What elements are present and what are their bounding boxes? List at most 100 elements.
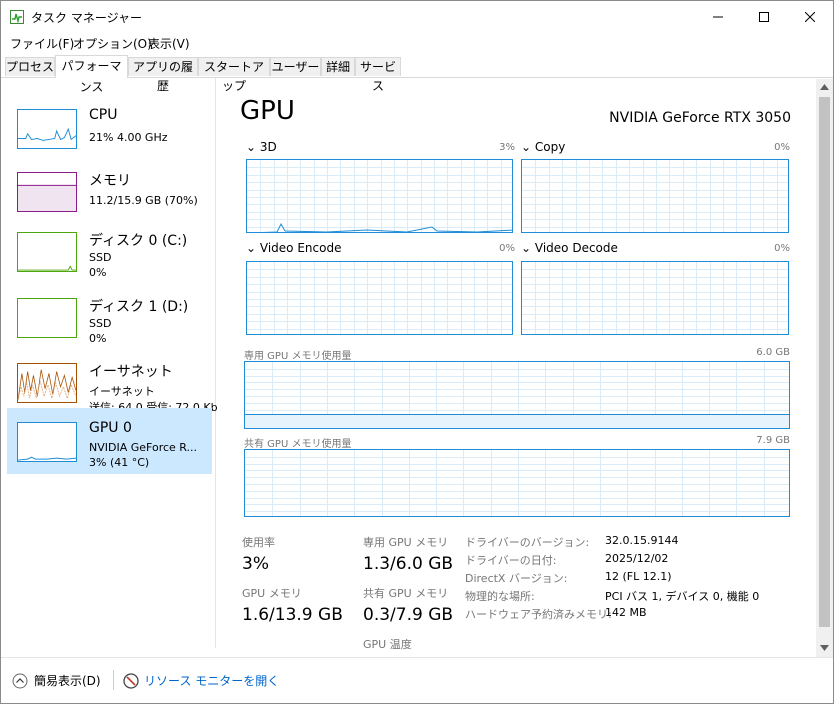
- minimize-button[interactable]: [695, 1, 741, 33]
- driver-version-label: ドライバーのバージョン:: [465, 536, 590, 549]
- engine-name: Copy: [534, 140, 566, 154]
- engine-copy-selector[interactable]: ⌄ Copy: [521, 140, 565, 154]
- resource-detail: イーサネット: [89, 385, 155, 398]
- engine-3d-selector[interactable]: ⌄ 3D: [246, 140, 277, 154]
- driver-date-label: ドライバーの日付:: [465, 554, 557, 567]
- maximize-icon: [759, 12, 769, 22]
- engine-video-encode-selector[interactable]: ⌄ Video Encode: [246, 241, 341, 255]
- ethernet-thumbnail-graph: [17, 363, 77, 403]
- dedicated-memory-max: 6.0 GB: [756, 347, 790, 358]
- resource-disk-0[interactable]: ディスク 0 (C:) SSD 0%: [7, 218, 212, 284]
- graph-grid: [522, 262, 788, 334]
- scroll-up-icon[interactable]: [820, 84, 829, 90]
- resource-name: メモリ: [89, 173, 131, 189]
- gpu-page-title: GPU: [240, 96, 295, 126]
- resource-detail: NVIDIA GeForce R...: [89, 441, 198, 454]
- chevron-down-icon: ⌄: [246, 241, 257, 255]
- resource-detail: SSD: [89, 317, 112, 330]
- resource-cpu[interactable]: CPU 21% 4.00 GHz: [7, 95, 212, 161]
- tab-app-history[interactable]: アプリの履歴: [128, 57, 198, 93]
- directx-version-label: DirectX バージョン:: [465, 572, 568, 585]
- physical-location-value: PCI バス 1, デバイス 0, 機能 0: [605, 590, 760, 603]
- menu-view[interactable]: 表示(V): [148, 35, 190, 52]
- engine-3d-graph: [246, 159, 513, 233]
- task-manager-window: タスク マネージャー ファイル(F) オプション(O) 表示(V) プロセス パ…: [0, 0, 834, 704]
- graph-grid: [247, 262, 512, 334]
- reserved-memory-value: 142 MB: [605, 606, 647, 619]
- minimize-icon: [713, 16, 723, 18]
- resource-usage: 3% (41 °C): [89, 456, 150, 469]
- resource-disk-1[interactable]: ディスク 1 (D:) SSD 0%: [7, 284, 212, 350]
- close-button[interactable]: [787, 1, 833, 33]
- vertical-scrollbar[interactable]: [816, 79, 833, 657]
- menu-file[interactable]: ファイル(F): [10, 35, 74, 52]
- resource-name: ディスク 0 (C:): [89, 233, 188, 249]
- engine-video-decode-selector[interactable]: ⌄ Video Decode: [521, 241, 618, 255]
- open-resource-monitor-label: リソース モニターを開く: [144, 674, 280, 688]
- resource-usage: 0%: [89, 332, 107, 345]
- resource-name: GPU 0: [89, 420, 132, 436]
- menu-options[interactable]: オプション(O): [73, 35, 152, 52]
- graph-grid: [247, 160, 512, 232]
- tab-details[interactable]: 詳細: [321, 57, 355, 76]
- shared-memory-stat-value: 0.3/7.9 GB: [363, 605, 454, 625]
- resource-monitor-icon: [123, 672, 139, 689]
- chevron-up-circle-icon: [12, 673, 28, 688]
- window-title: タスク マネージャー: [31, 11, 142, 25]
- disk1-thumbnail-graph: [17, 298, 77, 338]
- engine-name: 3D: [259, 140, 277, 154]
- gpu-thumbnail-graph: [17, 422, 77, 462]
- fewer-details-button[interactable]: 簡易表示(D): [12, 672, 101, 689]
- engine-3d-trace: [261, 222, 512, 232]
- graph-grid: [522, 160, 788, 232]
- engine-percent: 0%: [774, 142, 790, 153]
- task-manager-icon: [10, 10, 24, 24]
- engine-percent: 3%: [499, 142, 515, 153]
- resource-memory[interactable]: メモリ 11.2/15.9 GB (70%): [7, 158, 212, 224]
- resource-name: イーサネット: [89, 364, 173, 380]
- engine-percent: 0%: [774, 243, 790, 254]
- shared-memory-stat-label: 共有 GPU メモリ: [363, 587, 449, 600]
- resource-usage: 0%: [89, 266, 107, 279]
- close-icon: [805, 12, 815, 22]
- engine-video-encode-graph: [246, 261, 513, 335]
- resource-ethernet[interactable]: イーサネット イーサネット 送信: 64.0 受信: 72.0 Kb: [7, 349, 218, 415]
- tab-performance[interactable]: パフォーマンス: [55, 55, 128, 94]
- shared-memory-graph: [244, 449, 790, 517]
- scroll-down-icon[interactable]: [820, 645, 829, 651]
- resource-gpu-0[interactable]: GPU 0 NVIDIA GeForce R... 3% (41 °C): [7, 408, 212, 474]
- dedicated-memory-fill: [245, 414, 789, 428]
- open-resource-monitor-link[interactable]: リソース モニターを開く: [123, 672, 279, 689]
- tab-services[interactable]: サービス: [355, 57, 401, 93]
- resource-name: CPU: [89, 107, 118, 123]
- shared-memory-label: 共有 GPU メモリ使用量: [244, 439, 352, 450]
- scrollbar-thumb[interactable]: [819, 97, 830, 627]
- gpu-memory-value: 1.6/13.9 GB: [242, 605, 343, 625]
- bottom-bar: 簡易表示(D) リソース モニターを開く: [1, 657, 833, 703]
- engine-percent: 0%: [499, 243, 515, 254]
- maximize-button[interactable]: [741, 1, 787, 33]
- bottom-divider: [113, 670, 114, 690]
- dedicated-memory-stat-label: 専用 GPU メモリ: [363, 536, 449, 549]
- engine-name: Video Encode: [259, 241, 342, 255]
- gpu-temperature-label: GPU 温度: [363, 638, 412, 651]
- gpu-model-name: NVIDIA GeForce RTX 3050: [609, 110, 791, 126]
- resource-detail: 21% 4.00 GHz: [89, 131, 168, 144]
- dedicated-memory-stat-value: 1.3/6.0 GB: [363, 554, 454, 574]
- utilization-label: 使用率: [242, 536, 275, 549]
- utilization-value: 3%: [242, 554, 269, 574]
- tab-processes[interactable]: プロセス: [5, 57, 55, 76]
- tab-startup[interactable]: スタートアップ: [198, 57, 270, 93]
- memory-thumbnail-graph: [17, 172, 77, 212]
- dedicated-memory-graph: [244, 361, 790, 429]
- engine-copy-graph: [521, 159, 789, 233]
- reserved-memory-label: ハードウェア予約済みメモリ:: [465, 608, 612, 621]
- driver-date-value: 2025/12/02: [605, 552, 669, 565]
- disk0-thumbnail-graph: [17, 232, 77, 272]
- cpu-thumbnail-graph: [17, 109, 77, 149]
- title-bar[interactable]: タスク マネージャー: [1, 1, 833, 33]
- tab-users[interactable]: ユーザー: [270, 57, 321, 76]
- resource-detail: 11.2/15.9 GB (70%): [89, 194, 198, 207]
- shared-memory-max: 7.9 GB: [756, 435, 790, 446]
- directx-version-value: 12 (FL 12.1): [605, 570, 672, 583]
